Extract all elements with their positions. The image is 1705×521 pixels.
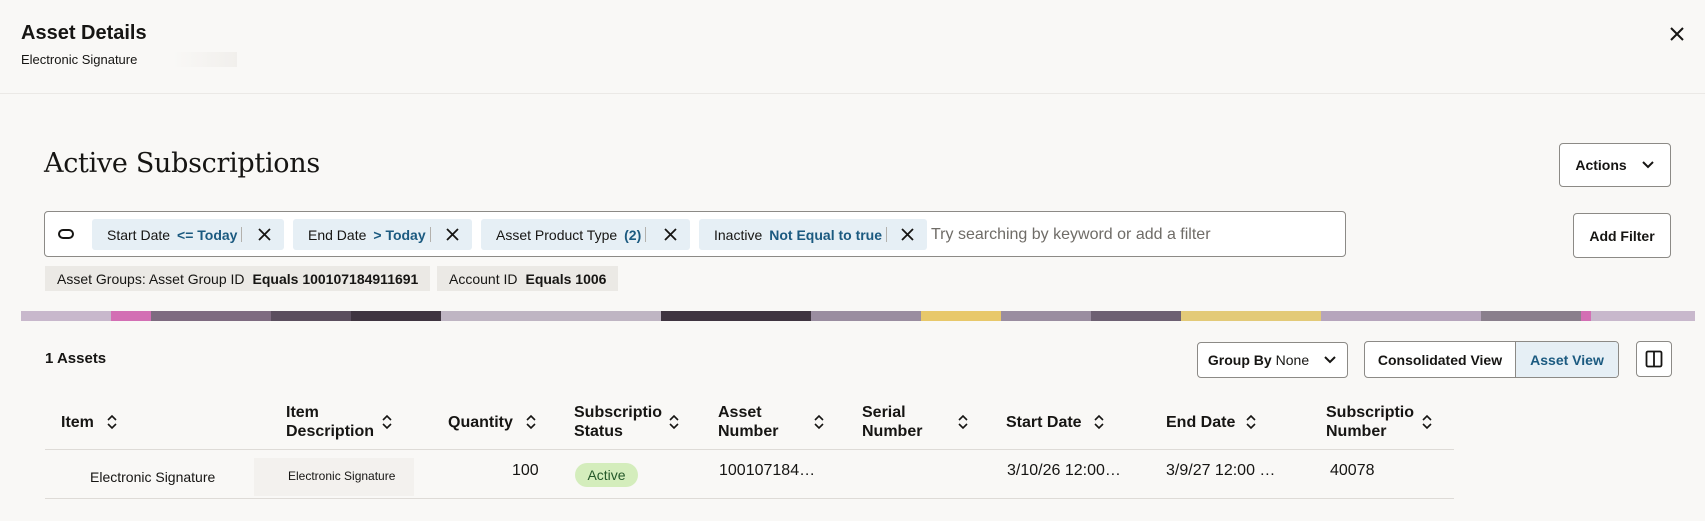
dialog-header: Asset Details Electronic Signature: [0, 0, 1705, 94]
chip-divider: [429, 227, 431, 242]
header-divider: [45, 449, 1454, 450]
panel-columns-icon: [1645, 350, 1663, 368]
cell-subscription-number[interactable]: 40078: [1330, 462, 1375, 480]
close-icon[interactable]: [1665, 22, 1689, 46]
cell-asset-number[interactable]: 100107184…: [719, 462, 815, 480]
filter-tag-asset-group[interactable]: Asset Groups: Asset Group ID Equals 1001…: [45, 266, 431, 291]
column-header-end-date[interactable]: End Date: [1166, 413, 1235, 432]
filter-toggle-icon[interactable]: [58, 229, 74, 239]
sort-icon[interactable]: [1421, 414, 1433, 430]
column-header-item[interactable]: Item: [61, 413, 94, 432]
filter-tag-account-id[interactable]: Account ID Equals 1006: [437, 266, 619, 291]
column-header-asset-number[interactable]: Asset Number: [718, 403, 778, 441]
chip-value: <= Today: [177, 226, 238, 243]
chip-value: Not Equal to true: [769, 226, 883, 243]
chip-divider: [886, 227, 888, 242]
dialog-title: Asset Details: [21, 22, 147, 44]
chip-divider: [645, 227, 647, 242]
filter-search-bar: Start Date <= Today End Date > Today Ass…: [44, 211, 1346, 257]
tag-value: Equals 100107184911691: [252, 270, 419, 287]
sort-icon[interactable]: [525, 414, 537, 430]
close-icon[interactable]: [663, 227, 678, 242]
chevron-down-icon: [1641, 161, 1654, 169]
sort-icon[interactable]: [813, 414, 825, 430]
column-header-start-date[interactable]: Start Date: [1006, 413, 1082, 432]
sort-icon[interactable]: [1245, 414, 1257, 430]
filter-chip-asset-product-type[interactable]: Asset Product Type (2): [481, 219, 690, 250]
view-toggle: Consolidated View Asset View: [1364, 341, 1619, 378]
actions-label: Actions: [1575, 157, 1627, 173]
close-icon[interactable]: [257, 227, 272, 242]
group-by-select[interactable]: Group By None: [1197, 342, 1348, 378]
cell-end-date: 3/9/27 12:00 …: [1166, 462, 1276, 479]
chevron-down-icon: [1324, 356, 1336, 364]
tag-value: Equals 1006: [525, 270, 607, 287]
panel-toggle-button[interactable]: [1636, 341, 1672, 377]
status-badge: Active: [575, 463, 638, 487]
chip-value: (2): [624, 226, 642, 243]
search-input[interactable]: [931, 222, 1331, 248]
cell-item: Electronic Signature: [90, 469, 216, 485]
add-filter-button[interactable]: Add Filter: [1573, 213, 1671, 258]
page-title: Active Subscriptions: [44, 148, 320, 179]
column-header-serial-number[interactable]: Serial Number: [862, 403, 922, 441]
cell-start-date: 3/10/26 12:00…: [1007, 462, 1121, 479]
tag-label: Account ID: [449, 270, 518, 287]
sort-icon[interactable]: [957, 414, 969, 430]
column-header-subscription-status[interactable]: Subscriptio Status: [574, 403, 662, 441]
close-icon[interactable]: [445, 227, 460, 242]
column-header-item-description[interactable]: Item Description: [286, 403, 374, 441]
chip-label: End Date: [308, 226, 367, 243]
chip-label: Asset Product Type: [496, 226, 618, 243]
dialog-subtitle: Electronic Signature: [21, 52, 238, 67]
chip-label: Inactive: [714, 226, 763, 243]
sort-icon[interactable]: [381, 414, 393, 430]
decorative-banner: [21, 311, 1695, 321]
actions-button[interactable]: Actions: [1559, 143, 1671, 187]
column-header-quantity[interactable]: Quantity: [448, 413, 513, 432]
chip-value: > Today: [373, 226, 426, 243]
group-by-label: Group By: [1207, 352, 1272, 368]
cell-item-description: Electronic Signature: [288, 469, 396, 483]
tag-label: Asset Groups: Asset Group ID: [57, 270, 245, 287]
sort-icon[interactable]: [106, 414, 118, 430]
chip-label: Start Date: [107, 226, 171, 243]
asset-view-button[interactable]: Asset View: [1516, 342, 1618, 377]
cell-quantity: 100: [512, 462, 539, 479]
filter-chip-inactive[interactable]: Inactive Not Equal to true: [699, 219, 927, 250]
assets-count: 1 Assets: [45, 350, 107, 367]
consolidated-view-button[interactable]: Consolidated View: [1365, 342, 1516, 377]
group-by-value: None: [1275, 352, 1310, 368]
column-header-subscription-number[interactable]: Subscriptio Number: [1326, 403, 1414, 441]
chip-divider: [241, 227, 243, 242]
row-divider: [45, 498, 1454, 499]
filter-chip-start-date[interactable]: Start Date <= Today: [92, 219, 284, 250]
filter-chip-end-date[interactable]: End Date > Today: [293, 219, 472, 250]
close-icon[interactable]: [900, 227, 915, 242]
sort-icon[interactable]: [1093, 414, 1105, 430]
sort-icon[interactable]: [668, 414, 680, 430]
